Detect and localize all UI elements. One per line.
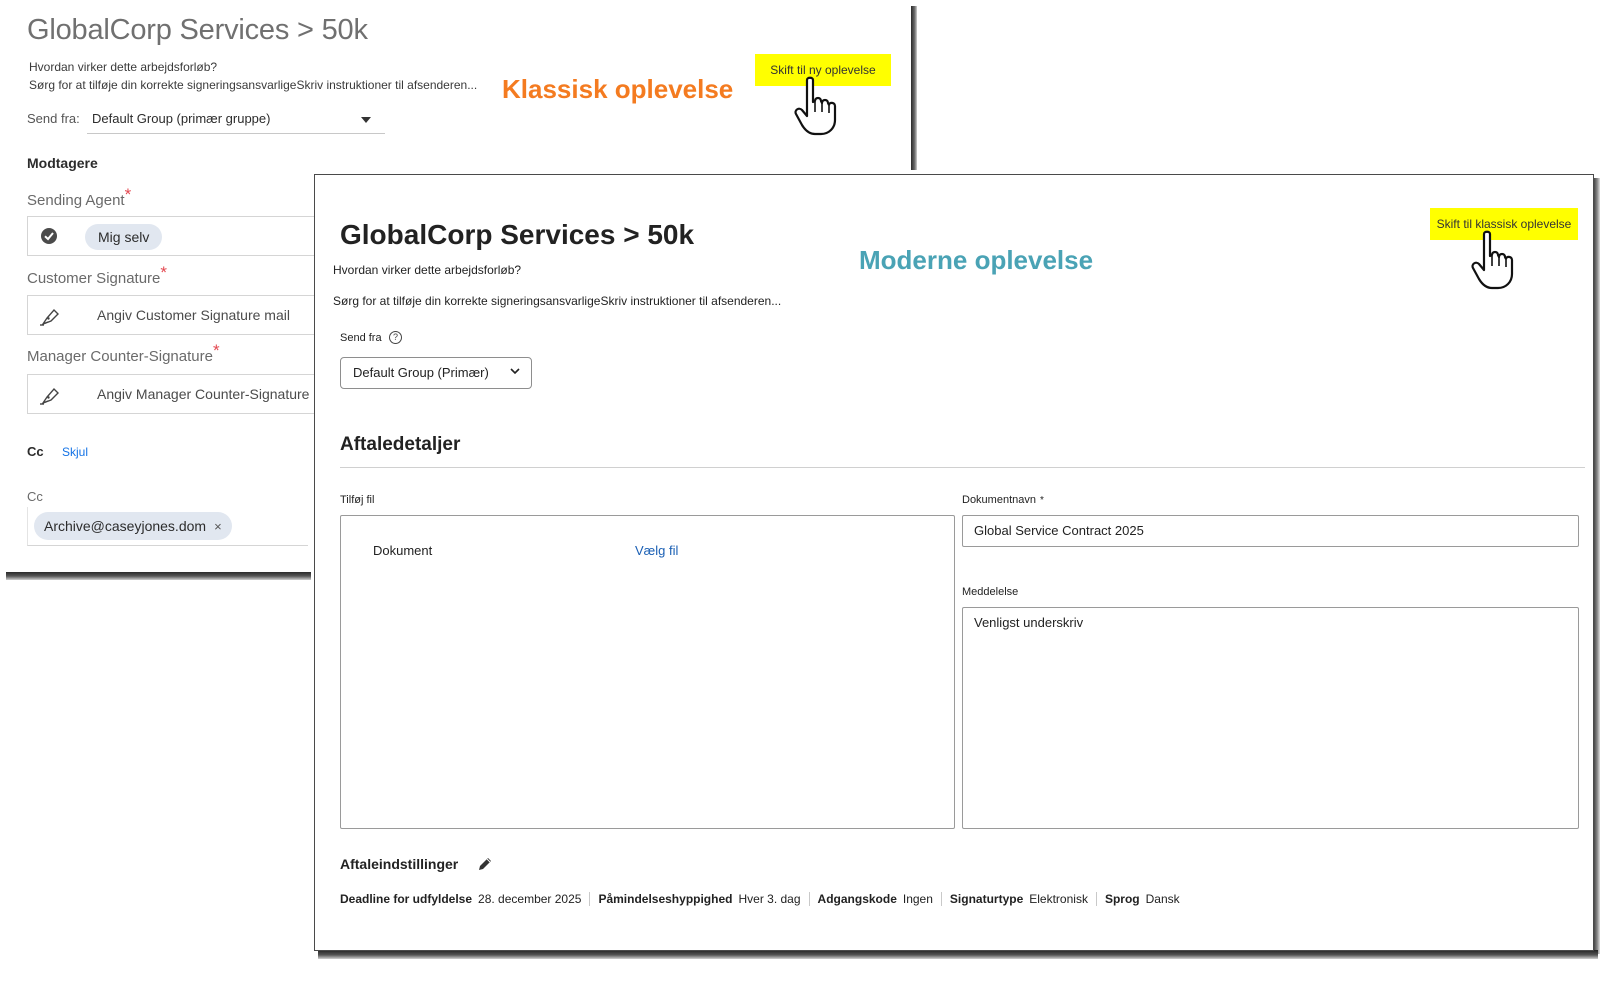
cc-heading: Cc xyxy=(27,444,44,459)
manager-signature-label-text: Manager Counter-Signature xyxy=(27,348,213,365)
agreement-details-heading: Aftaledetaljer xyxy=(340,434,461,455)
customer-signature-label-text: Customer Signature xyxy=(27,270,161,287)
cc-email-chip[interactable]: Archive@caseyjones.dom × xyxy=(34,512,232,540)
help-icon[interactable]: ? xyxy=(389,331,402,344)
setting-signature-type: Signaturtype Elektronisk xyxy=(940,892,1096,906)
document-name-input[interactable]: Global Service Contract 2025 xyxy=(962,515,1579,547)
recipients-heading: Modtagere xyxy=(27,155,98,171)
modern-instructions-text: Sørg for at tilføje din korrekte signeri… xyxy=(333,294,782,308)
setting-password: Adgangskode Ingen xyxy=(808,892,941,906)
check-circle-icon xyxy=(40,227,58,245)
choose-file-link[interactable]: Vælg fil xyxy=(635,543,678,558)
pen-icon[interactable] xyxy=(40,385,59,405)
classic-panel-shadow xyxy=(911,6,917,170)
document-name-value: Global Service Contract 2025 xyxy=(974,523,1144,538)
classic-how-it-works-link[interactable]: Hvordan virker dette arbejdsforløb? xyxy=(29,60,217,74)
classic-send-from-dropdown[interactable]: Default Group (primær gruppe) xyxy=(87,105,385,134)
modern-send-from-value: Default Group (Primær) xyxy=(353,365,489,380)
setting-value: 28. december 2025 xyxy=(478,892,582,906)
modern-send-from-dropdown[interactable]: Default Group (Primær) xyxy=(340,357,532,389)
caret-down-icon xyxy=(361,117,371,123)
message-value: Venligst underskriv xyxy=(974,615,1084,630)
setting-deadline: Deadline for udfyldelse 28. december 2025 xyxy=(340,892,589,906)
classic-send-from-value: Default Group (primær gruppe) xyxy=(92,111,271,126)
modern-experience-annotation: Moderne oplevelse xyxy=(859,245,1094,275)
pen-icon[interactable] xyxy=(40,306,59,326)
manager-signature-placeholder: Angiv Manager Counter-Signature xyxy=(97,386,310,402)
required-asterisk: * xyxy=(1040,495,1044,506)
modern-panel-shadow xyxy=(1593,178,1600,954)
customer-signature-placeholder: Angiv Customer Signature mail xyxy=(97,307,290,323)
setting-reminder: Påmindelseshyppighed Hver 3. dag xyxy=(589,892,808,906)
setting-value: Dansk xyxy=(1145,892,1180,906)
classic-panel-shadow xyxy=(6,572,311,580)
required-asterisk: * xyxy=(212,341,220,360)
pointer-hand-icon xyxy=(794,76,837,136)
manager-signature-field[interactable]: Angiv Manager Counter-Signature xyxy=(27,374,328,414)
agreement-settings-heading: Aftaleindstillinger xyxy=(340,856,459,872)
manager-signature-label: Manager Counter-Signature* xyxy=(27,341,220,366)
classic-instructions-text: Sørg for at tilføje din korrekte signeri… xyxy=(29,78,478,92)
cc-input[interactable]: Archive@caseyjones.dom × xyxy=(27,507,308,546)
section-divider xyxy=(340,467,1585,468)
document-name-label-text: Dokumentnavn xyxy=(962,494,1036,506)
chevron-down-icon xyxy=(510,368,520,375)
modern-panel-shadow xyxy=(318,950,1598,959)
setting-value: Hver 3. dag xyxy=(738,892,801,906)
modern-how-it-works-link[interactable]: Hvordan virker dette arbejdsforløb? xyxy=(333,263,521,277)
modern-experience-panel: GlobalCorp Services > 50k Hvordan virker… xyxy=(314,174,1594,951)
cc-hide-link[interactable]: Skjul xyxy=(62,445,88,459)
remove-chip-icon[interactable]: × xyxy=(214,519,222,534)
setting-value: Elektronisk xyxy=(1029,892,1088,906)
agreement-settings-summary: Deadline for udfyldelse 28. december 2025… xyxy=(340,892,1188,906)
sending-agent-label: Sending Agent* xyxy=(27,185,131,210)
classic-page-title: GlobalCorp Services > 50k xyxy=(27,14,368,46)
edit-pencil-icon[interactable] xyxy=(477,856,493,872)
setting-key: Sprog xyxy=(1104,892,1140,906)
setting-key: Påmindelseshyppighed xyxy=(598,892,733,906)
setting-language: Sprog Dansk xyxy=(1095,892,1188,906)
cc-field-label: Cc xyxy=(27,489,43,504)
required-asterisk: * xyxy=(160,263,168,282)
customer-signature-label: Customer Signature* xyxy=(27,263,167,288)
classic-send-from-label: Send fra: xyxy=(27,111,80,126)
classic-experience-annotation: Klassisk oplevelse xyxy=(502,74,734,104)
file-row-document: Dokument xyxy=(373,543,433,558)
document-name-label: Dokumentnavn * xyxy=(962,494,1044,506)
cc-email-chip-text: Archive@caseyjones.dom xyxy=(44,518,207,534)
add-file-label: Tilføj fil xyxy=(340,494,375,506)
setting-key: Adgangskode xyxy=(817,892,897,906)
required-asterisk: * xyxy=(124,185,132,204)
sending-agent-label-text: Sending Agent xyxy=(27,192,125,209)
customer-signature-field[interactable]: Angiv Customer Signature mail xyxy=(27,295,328,335)
modern-send-from-label: Send fra xyxy=(340,332,382,344)
modern-page-title: GlobalCorp Services > 50k xyxy=(340,219,695,250)
setting-value: Ingen xyxy=(902,892,933,906)
setting-key: Deadline for udfyldelse xyxy=(340,892,473,906)
recipient-chip-self[interactable]: Mig selv xyxy=(85,224,163,250)
sending-agent-field[interactable]: Mig selv xyxy=(27,216,328,256)
setting-key: Signaturtype xyxy=(949,892,1024,906)
pointer-hand-icon xyxy=(1471,230,1514,290)
message-label: Meddelelse xyxy=(962,586,1019,598)
file-drop-area[interactable]: Dokument Vælg fil xyxy=(340,515,955,829)
message-textarea[interactable]: Venligst underskriv xyxy=(962,607,1579,829)
